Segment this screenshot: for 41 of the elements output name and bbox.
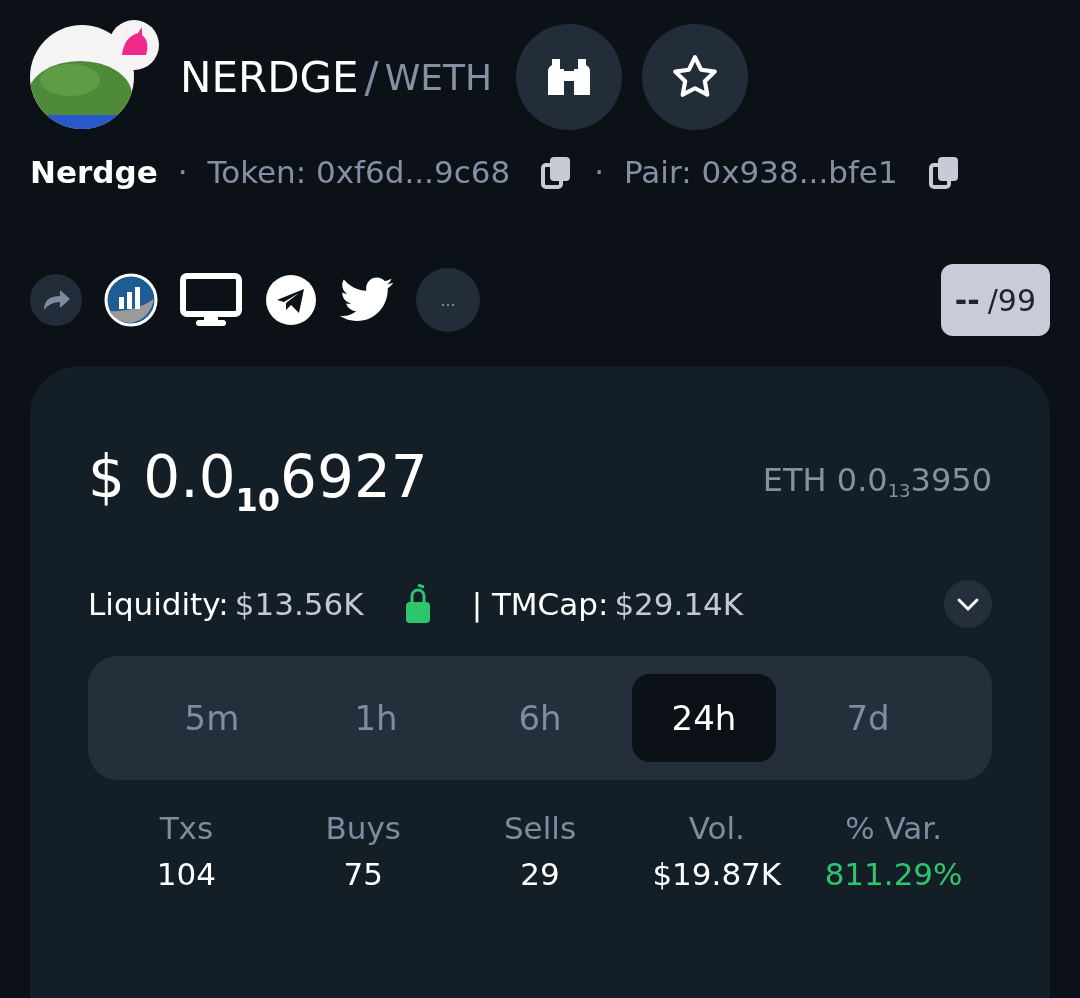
metric-label: Buys	[325, 810, 401, 846]
separator-dot: ·	[594, 154, 605, 190]
website-button[interactable]	[180, 273, 242, 327]
usd-price: $ 0.0$_{10}$6927	[88, 443, 428, 519]
eth-price: ETH 0.0$_{13}$3950	[762, 461, 992, 501]
score-max: /99	[987, 282, 1036, 318]
timeframe-tab[interactable]: 5m	[140, 674, 284, 762]
metric-value: $19.87K	[652, 856, 782, 892]
token-address: Token: 0xf6d...9c68	[207, 154, 511, 190]
tmcap-value: $29.14K	[614, 586, 744, 622]
token-symbol: NERDGE	[180, 52, 359, 102]
exchange-badge-icon	[108, 19, 160, 71]
metric-label: Txs	[159, 810, 214, 846]
chart-logo-icon[interactable]	[104, 273, 158, 327]
pair-separator: /	[364, 52, 379, 102]
timeframe-tab[interactable]: 24h	[632, 674, 776, 762]
binoculars-icon	[546, 57, 593, 97]
metric-label: % Var.	[845, 810, 943, 846]
more-button[interactable]: ...	[416, 268, 480, 332]
metric-value: 811.29%	[824, 856, 963, 892]
token-name: Nerdge	[30, 154, 158, 190]
liquidity-label: Liquidity:	[88, 586, 229, 622]
metric-value: 75	[343, 856, 383, 892]
timeframe-tab[interactable]: 7d	[796, 674, 940, 762]
liquidity-value: $13.56K	[234, 586, 364, 622]
telegram-button[interactable]	[264, 273, 318, 327]
chevron-down-icon	[956, 596, 980, 612]
share-button[interactable]	[30, 274, 82, 326]
metric-label: Vol.	[688, 810, 745, 846]
timeframe-tab[interactable]: 6h	[468, 674, 612, 762]
twitter-button[interactable]	[340, 277, 394, 323]
metric-value: 104	[156, 856, 216, 892]
timeframe-tab[interactable]: 1h	[304, 674, 448, 762]
metric-label: Sells	[503, 810, 577, 846]
quote-symbol: WETH	[384, 56, 493, 98]
separator-dot: ·	[177, 154, 188, 190]
metric-value: 29	[520, 856, 560, 892]
score-value: --	[954, 282, 980, 318]
tmcap-label: | TMCap:	[471, 586, 609, 622]
expand-button[interactable]	[944, 580, 992, 628]
pair-address: Pair: 0x938...bfe1	[624, 154, 898, 190]
